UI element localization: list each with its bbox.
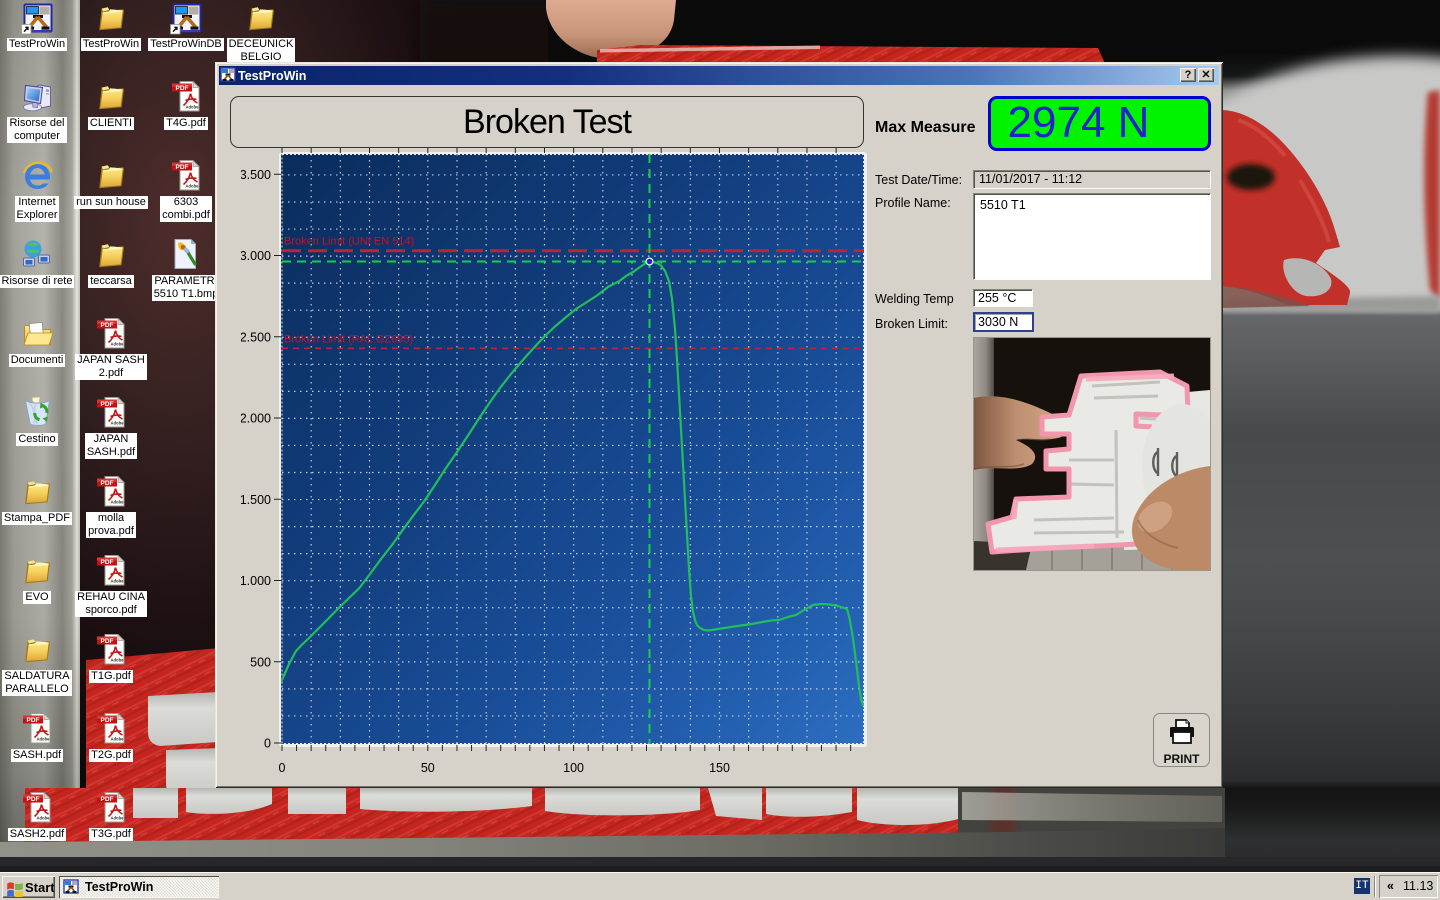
svg-text:2.000: 2.000 [241, 412, 271, 426]
svg-text:150: 150 [709, 761, 730, 775]
svg-text:3.000: 3.000 [241, 249, 271, 263]
svg-text:1.500: 1.500 [241, 493, 271, 507]
svg-text:3.500: 3.500 [241, 168, 271, 182]
svg-text:0: 0 [264, 737, 271, 751]
svg-text:0: 0 [279, 761, 286, 775]
svg-text:500: 500 [250, 655, 271, 669]
svg-text:2.500: 2.500 [241, 330, 271, 344]
svg-text:1.000: 1.000 [241, 574, 271, 588]
svg-text:100: 100 [563, 761, 584, 775]
svg-text:50: 50 [421, 761, 435, 775]
svg-text:Broken Limit (RAL GZ695): Broken Limit (RAL GZ695) [284, 334, 413, 346]
svg-text:Broken Limit (UNI EN 514): Broken Limit (UNI EN 514) [284, 236, 414, 248]
